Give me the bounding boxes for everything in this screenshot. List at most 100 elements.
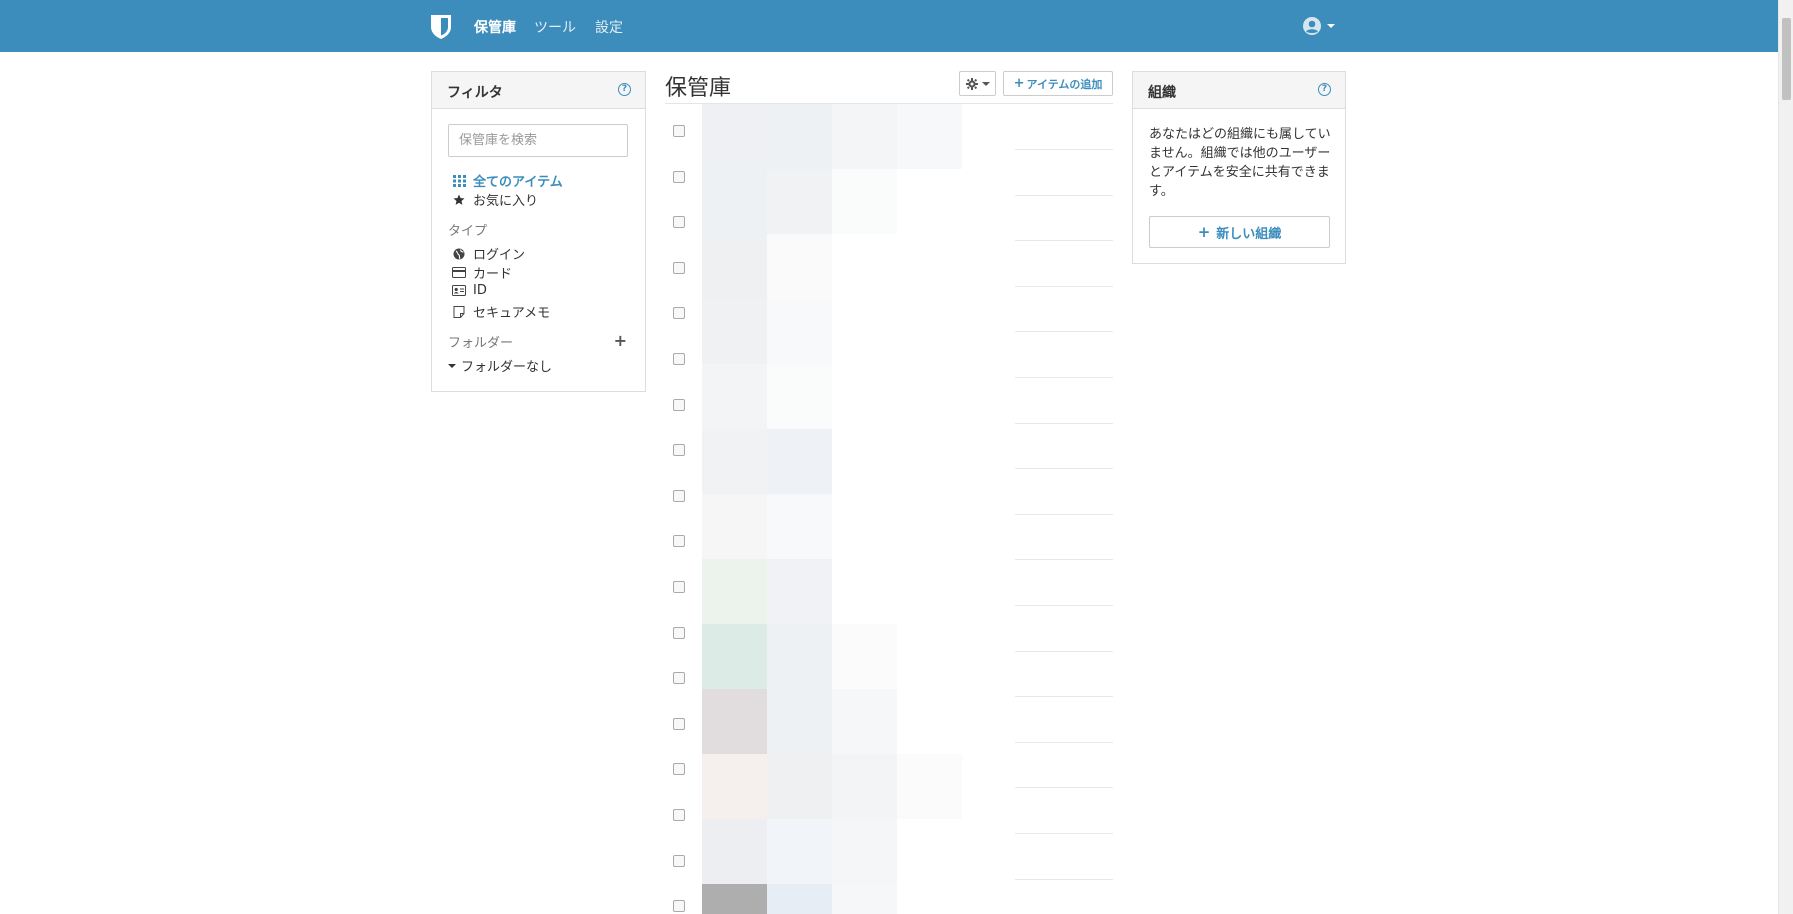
redacted-content-block <box>702 494 767 559</box>
folders-label: フォルダー <box>448 336 514 351</box>
shield-icon[interactable] <box>430 14 452 40</box>
page-scrollbar[interactable] <box>1778 0 1793 914</box>
filter-all-items[interactable]: 全てのアイテム <box>452 171 563 190</box>
row-checkbox[interactable] <box>673 353 685 365</box>
filter-type-login-label: ログイン <box>473 248 526 263</box>
redacted-content-block <box>702 754 767 819</box>
filter-no-folder-label: フォルダーなし <box>461 360 553 375</box>
filter-favorites[interactable]: お気に入り <box>452 190 538 209</box>
row-checkbox[interactable] <box>673 125 685 137</box>
filter-all-items-label: 全てのアイテム <box>473 175 563 190</box>
filter-type-identity-label: ID <box>473 283 487 298</box>
filter-type-secure-note-label: セキュアメモ <box>473 306 551 321</box>
row-checkbox[interactable] <box>673 672 685 685</box>
organizations-panel-header: 組織 ? <box>1133 72 1345 109</box>
redacted-content-block <box>702 364 767 429</box>
row-checkbox[interactable] <box>673 216 685 229</box>
new-organization-button[interactable]: + 新しい組織 <box>1149 216 1330 248</box>
redacted-content-block <box>832 624 897 689</box>
redacted-content-block <box>767 559 832 624</box>
redacted-content-block <box>832 754 897 819</box>
globe-icon <box>452 247 466 261</box>
caret-down-icon <box>448 363 456 368</box>
credit-card-icon <box>452 266 466 280</box>
row-checkbox[interactable] <box>673 489 685 502</box>
vault-search-input[interactable] <box>448 124 628 157</box>
redacted-content-block <box>767 754 832 819</box>
row-checkbox[interactable] <box>673 717 685 730</box>
organizations-panel-title: 組織 <box>1148 85 1176 101</box>
redacted-content-block <box>767 364 832 429</box>
star-icon <box>452 193 466 207</box>
redacted-content-block <box>702 429 767 494</box>
plus-icon: + <box>1197 223 1211 241</box>
redacted-content-block <box>702 884 767 914</box>
grid-icon <box>452 174 466 188</box>
redacted-content-block <box>832 819 897 884</box>
filter-panel-title: フィルタ <box>447 85 503 101</box>
nav-link-settings[interactable]: 設定 <box>595 17 623 37</box>
row-checkbox[interactable] <box>673 398 685 411</box>
user-menu-button[interactable] <box>1302 15 1338 37</box>
redacted-content-block <box>767 234 832 299</box>
help-icon[interactable]: ? <box>618 83 631 96</box>
row-checkbox[interactable] <box>673 581 685 593</box>
redacted-content-block <box>767 819 832 884</box>
filter-panel-header: フィルタ ? <box>432 72 645 109</box>
types-label: タイプ <box>448 224 488 239</box>
redacted-content-block <box>767 299 832 364</box>
redacted-content-block <box>767 104 832 169</box>
row-checkbox[interactable] <box>673 854 685 867</box>
redacted-content-block <box>767 494 832 559</box>
organizations-panel: 組織 ? あなたはどの組織にも属していません。組織では他のユーザーとアイテムを安… <box>1132 71 1346 264</box>
redacted-content-block <box>832 884 897 914</box>
row-checkbox[interactable] <box>673 261 685 274</box>
row-checkbox[interactable] <box>673 626 685 639</box>
row-checkbox[interactable] <box>673 444 685 457</box>
redacted-content-block <box>702 689 767 754</box>
row-checkbox[interactable] <box>673 809 685 821</box>
filter-type-secure-note[interactable]: セキュアメモ <box>452 302 550 321</box>
add-item-label: アイテムの追加 <box>1026 77 1103 91</box>
top-navbar: 保管庫 ツール 設定 <box>0 0 1778 52</box>
chevron-down-icon <box>1327 24 1335 28</box>
vault-options-button[interactable] <box>959 71 996 96</box>
redacted-content-block <box>767 884 832 914</box>
nav-link-tools[interactable]: ツール <box>534 17 576 37</box>
filter-type-login[interactable]: ログイン <box>452 244 525 263</box>
gear-icon <box>965 77 978 90</box>
id-card-icon <box>452 284 466 298</box>
redacted-content-block <box>767 689 832 754</box>
add-item-button[interactable]: + アイテムの追加 <box>1003 71 1113 96</box>
note-icon <box>452 305 466 319</box>
redacted-content-block <box>897 754 962 819</box>
filter-favorites-label: お気に入り <box>473 194 539 209</box>
vault-item-list <box>665 104 1113 914</box>
redacted-content-block <box>767 169 832 234</box>
row-checkbox[interactable] <box>673 763 685 776</box>
filter-no-folder[interactable]: フォルダーなし <box>448 356 552 375</box>
redacted-content-block <box>702 104 767 169</box>
redacted-content-block <box>702 234 767 299</box>
organizations-description: あなたはどの組織にも属していません。組織では他のユーザーとアイテムを安全に共有で… <box>1149 127 1331 199</box>
new-organization-label: 新しい組織 <box>1216 226 1282 242</box>
row-checkbox[interactable] <box>673 900 685 913</box>
add-folder-button[interactable]: + <box>614 333 627 349</box>
row-checkbox[interactable] <box>673 535 685 548</box>
redacted-content-block <box>767 624 832 689</box>
filter-type-card-label: カード <box>473 267 513 282</box>
user-circle-icon <box>1303 17 1321 35</box>
help-icon[interactable]: ? <box>1318 83 1331 96</box>
plus-icon: + <box>1013 76 1025 91</box>
filter-type-identity[interactable]: ID <box>452 283 487 298</box>
row-checkbox[interactable] <box>673 170 685 183</box>
redacted-content-block <box>702 624 767 689</box>
redacted-content-block <box>832 169 897 234</box>
redacted-content-block <box>897 104 962 169</box>
scrollbar-thumb[interactable] <box>1782 18 1791 100</box>
filter-type-card[interactable]: カード <box>452 263 512 282</box>
row-checkbox[interactable] <box>673 307 685 320</box>
redacted-content-block <box>702 819 767 884</box>
nav-link-vault[interactable]: 保管庫 <box>474 17 516 37</box>
redacted-content-block <box>832 104 897 169</box>
